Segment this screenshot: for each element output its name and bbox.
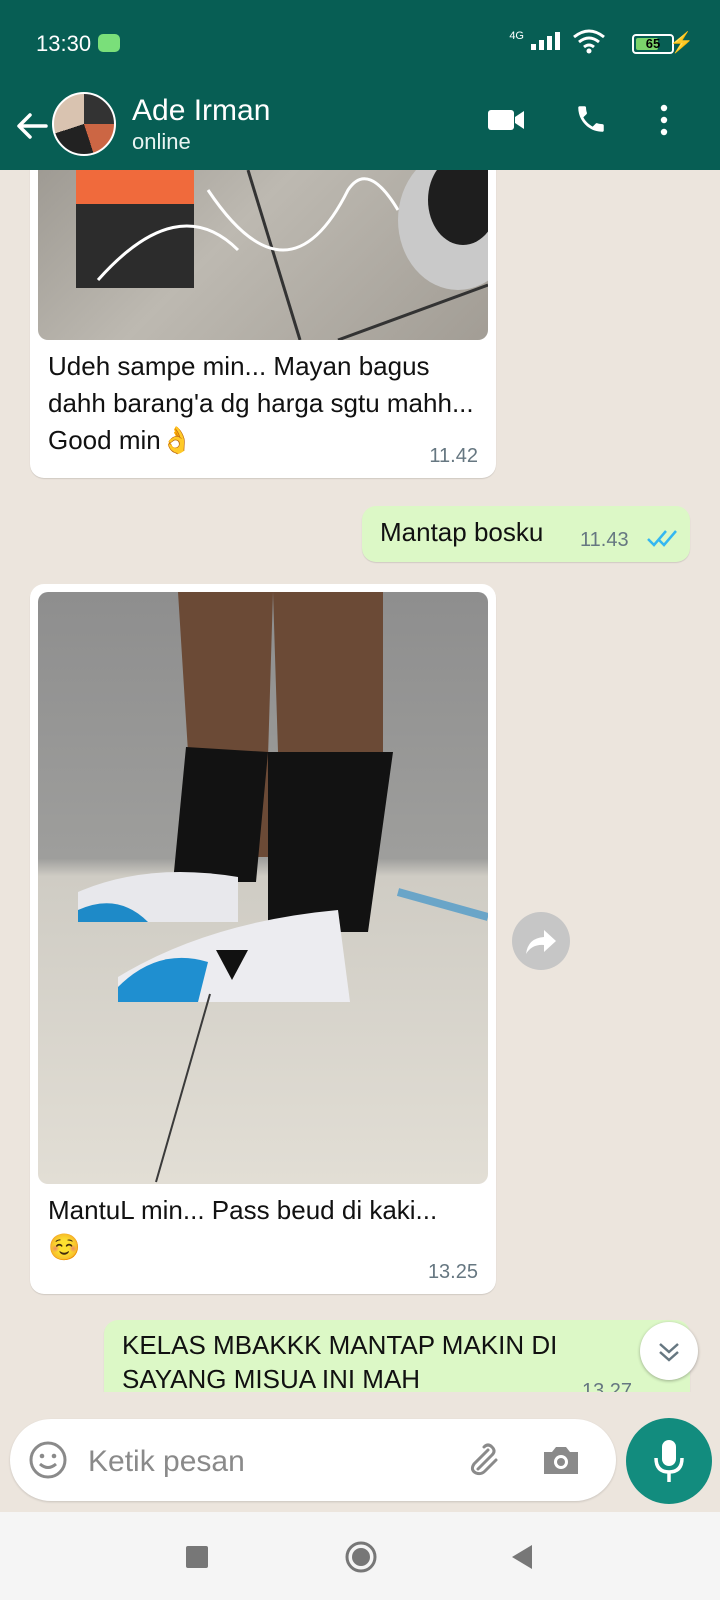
chat-header: Ade Irman online [0,88,720,170]
message-image[interactable] [38,170,488,340]
message-outgoing[interactable]: Mantap bosku 11.43 [362,506,690,562]
message-image[interactable] [38,592,488,1184]
message-outgoing[interactable]: KELAS MBAKKK MANTAP MAKIN DI SAYANG MISU… [104,1320,690,1392]
message-incoming[interactable]: Udeh sampe min... Mayan bagus dahh baran… [30,170,496,478]
system-nav-bar [0,1512,720,1600]
message-time: 11.43 [580,529,629,551]
battery-icon: 65 [632,34,674,54]
charging-icon: ⚡ [669,32,694,54]
scroll-to-bottom-button[interactable] [640,1322,698,1380]
phone-icon[interactable] [574,102,608,136]
chevron-double-down-icon [659,1343,679,1362]
message-composer[interactable]: Ketik pesan [10,1419,616,1501]
signal-icon [531,32,560,50]
message-text: MantuL min... Pass beud di kaki...☺️ [48,1195,438,1262]
message-time: 11.42 [429,445,478,467]
forward-button[interactable] [512,912,570,970]
contact-name[interactable]: Ade Irman [132,94,270,128]
notification-icon [98,34,120,52]
home-icon[interactable] [344,1540,378,1574]
forward-icon [526,930,556,954]
message-input[interactable]: Ketik pesan [88,1445,245,1479]
attach-icon[interactable] [462,1440,502,1480]
video-call-icon[interactable] [486,106,526,134]
back-nav-icon[interactable] [510,1544,534,1570]
emoji-icon[interactable] [28,1440,68,1480]
recent-apps-icon[interactable] [185,1545,209,1569]
back-arrow-icon[interactable] [12,106,52,146]
message-text: Mantap bosku [380,517,544,547]
network-type: 4G [509,30,524,42]
message-text: Udeh sampe min... Mayan bagus dahh baran… [48,351,474,455]
presence-status: online [132,129,191,154]
wifi-icon [573,29,605,54]
battery-level: 65 [645,36,661,51]
camera-icon[interactable] [540,1440,582,1480]
message-incoming[interactable]: MantuL min... Pass beud di kaki...☺️ 13.… [30,584,496,1294]
mic-icon [654,1440,684,1482]
message-text: KELAS MBAKKK MANTAP MAKIN DI SAYANG MISU… [122,1330,558,1392]
chat-area[interactable]: Udeh sampe min... Mayan bagus dahh baran… [0,170,720,1392]
message-time: 13.25 [427,1261,478,1283]
avatar[interactable] [52,92,116,156]
message-time: 13.27 [582,1380,633,1392]
status-bar: 13:30 4G 65 ⚡ [0,0,720,88]
voice-record-button[interactable] [626,1418,712,1504]
read-receipt-icon [647,530,677,547]
more-vert-icon[interactable] [656,102,672,138]
status-time: 13:30 [36,31,92,56]
